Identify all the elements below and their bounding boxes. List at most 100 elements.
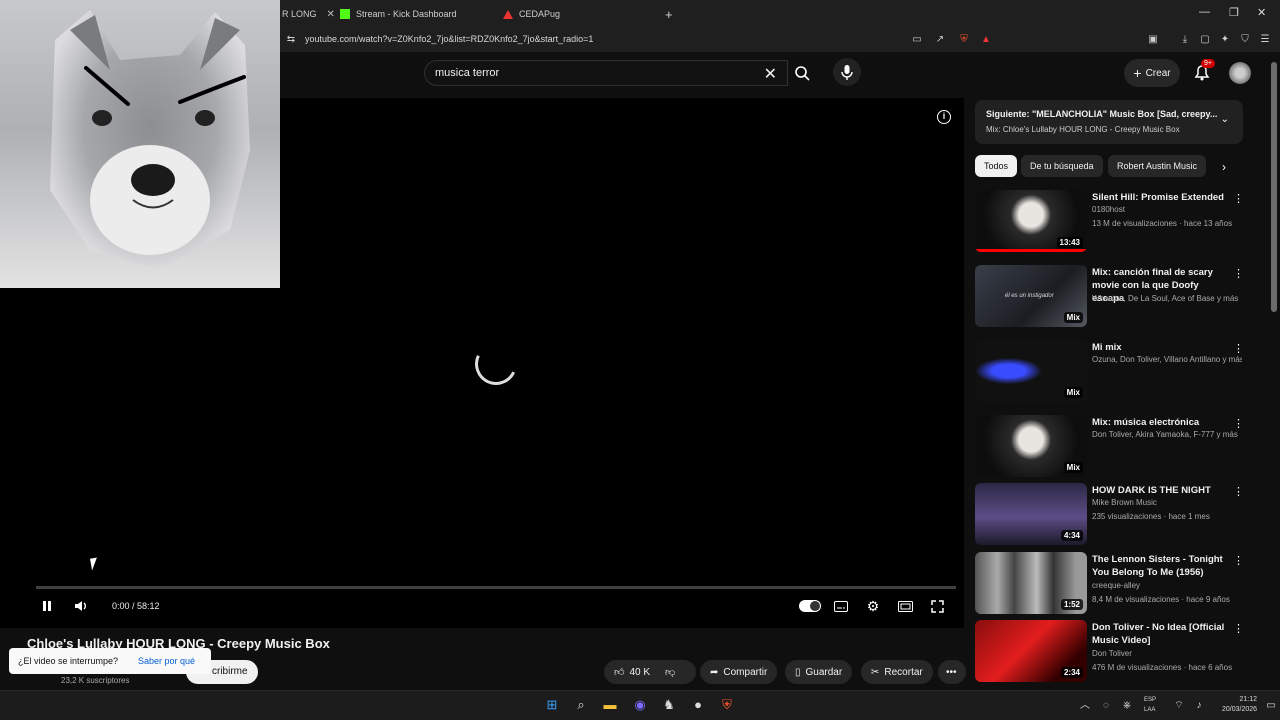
video-thumbnail[interactable]: él es un instigador Mix (975, 265, 1087, 327)
chip-all[interactable]: Todos (975, 155, 1018, 177)
channel-name[interactable]: Don Toliver (1092, 649, 1242, 658)
recommendation-item[interactable]: 13:43 Silent Hill: Promise Extended 0180… (975, 190, 1245, 254)
loading-spinner (469, 337, 523, 391)
thumbs-down-icon[interactable]: 👎︎ (665, 666, 675, 678)
brave-shields-icon[interactable]: ⛨ (957, 33, 971, 47)
recommendation-title[interactable]: Mix: música electrónica (1092, 416, 1232, 429)
autoplay-toggle[interactable] (799, 600, 821, 612)
channel-name[interactable]: Mike Brown Music (1092, 498, 1242, 507)
input-language[interactable]: ESP LAA (1144, 695, 1156, 715)
user-avatar[interactable] (1229, 62, 1251, 84)
search-button[interactable] (788, 60, 818, 86)
brave-browser-icon[interactable]: ⛨ (718, 696, 736, 714)
search-box[interactable]: musica terror ✕ (424, 60, 788, 86)
system-clock[interactable]: 21:12 20/03/2026 (1222, 695, 1257, 715)
tab-cedapug[interactable]: CEDAPug (503, 4, 560, 24)
recommendation-title[interactable]: Don Toliver - No Idea [Official Music Vi… (1092, 621, 1232, 647)
tray-chevron-icon[interactable]: ︿ (1076, 697, 1094, 715)
channel-name[interactable]: Don Toliver, Akira Yamaoka, F-777 y más (1092, 430, 1242, 439)
site-info-icon[interactable]: ⇆ (284, 33, 298, 47)
obs-icon[interactable]: ● (689, 696, 707, 714)
tab-kick-dashboard[interactable]: Stream - Kick Dashboard (340, 4, 457, 24)
more-vertical-icon[interactable]: ⋮ (1233, 622, 1244, 635)
download-icon[interactable]: ⤓ (1178, 33, 1192, 47)
video-thumbnail[interactable]: Mix (975, 415, 1087, 477)
sidebar-icon[interactable]: ▣ (1146, 33, 1160, 47)
screenshot-icon[interactable]: ▢ (1198, 33, 1212, 47)
clip-button[interactable]: ✂ Recortar (861, 660, 933, 684)
chevron-right-icon[interactable]: › (1222, 160, 1226, 174)
theater-mode-icon[interactable] (897, 596, 913, 616)
recommendation-title[interactable]: Mi mix (1092, 341, 1232, 354)
speaker-icon[interactable]: ♪ (1190, 697, 1208, 715)
search-input[interactable]: musica terror (435, 67, 499, 79)
save-button[interactable]: ▯ Guardar (785, 660, 853, 684)
more-vertical-icon[interactable]: ⋮ (1233, 192, 1244, 205)
wifi-icon[interactable]: ⌔ (1170, 697, 1188, 715)
vpn-icon[interactable]: ⛉ (1238, 33, 1252, 47)
minimize-icon[interactable]: — (1199, 6, 1210, 18)
channel-name[interactable]: Ozuna, Don Toliver, Villano Antillano y … (1092, 355, 1242, 364)
network-tray-icon[interactable]: ◌ (1097, 697, 1115, 715)
voice-search-button[interactable] (833, 58, 861, 86)
channel-name[interactable]: 0180host (1092, 205, 1242, 214)
recommendation-item[interactable]: él es un instigador Mix Mix: canción fin… (975, 265, 1245, 329)
recommendation-item[interactable]: Mix Mix: música electrónica Don Toliver,… (975, 415, 1245, 479)
info-icon[interactable]: i (937, 110, 951, 124)
microphone-tray-icon[interactable]: ⎈ (1118, 697, 1136, 715)
tray-app-icon[interactable]: ♞ (660, 696, 678, 714)
video-thumbnail[interactable]: 1:52 (975, 552, 1087, 614)
chip-from-search[interactable]: De tu búsqueda (1021, 155, 1103, 177)
chevron-down-icon[interactable]: ⌄ (1221, 114, 1229, 125)
video-thumbnail[interactable]: 4:34 (975, 483, 1087, 545)
volume-icon[interactable] (73, 596, 89, 616)
more-vertical-icon[interactable]: ⋮ (1233, 417, 1244, 430)
discord-icon[interactable]: ◉ (631, 696, 649, 714)
leo-ai-icon[interactable]: ✦ (1218, 33, 1232, 47)
subtitles-icon[interactable] (833, 596, 849, 616)
new-tab-button[interactable]: + (665, 4, 673, 24)
progress-bar[interactable] (36, 586, 956, 589)
clear-search-icon[interactable]: ✕ (764, 64, 777, 84)
maximize-icon[interactable]: ❐ (1229, 6, 1239, 19)
recommendation-item[interactable]: 1:52 The Lennon Sisters - Tonight You Be… (975, 552, 1245, 616)
more-vertical-icon[interactable]: ⋮ (1233, 267, 1244, 280)
chip-robert-austin-music[interactable]: Robert Austin Music (1108, 155, 1207, 177)
video-thumbnail[interactable]: 13:43 (975, 190, 1087, 252)
more-actions-button[interactable]: ••• (938, 660, 966, 684)
recommendation-title[interactable]: HOW DARK IS THE NIGHT (1092, 484, 1232, 497)
windows-start-icon[interactable]: ⊞ (543, 696, 561, 714)
pause-icon[interactable] (40, 596, 54, 616)
menu-icon[interactable]: ☰ (1258, 33, 1272, 47)
recommendation-item[interactable]: Mix Mi mix Ozuna, Don Toliver, Villano A… (975, 340, 1245, 404)
brave-rewards-icon[interactable]: ▲ (979, 33, 993, 47)
cast-icon[interactable]: ▭ (910, 33, 924, 47)
learn-why-link[interactable]: Saber por qué (138, 656, 195, 666)
search-icon[interactable]: ⌕ (572, 696, 590, 714)
video-thumbnail[interactable]: 2:34 (975, 620, 1087, 682)
channel-name[interactable]: Wheatus, De La Soul, Ace of Base y más (1092, 294, 1242, 303)
tab-youtube[interactable]: R LONG ✕ (282, 4, 335, 24)
like-button[interactable]: 👍︎ 40 K 👎︎ (604, 660, 696, 684)
share-button[interactable]: ➦ Compartir (700, 660, 778, 684)
more-vertical-icon[interactable]: ⋮ (1233, 554, 1244, 567)
url-field[interactable]: youtube.com/watch?v=Z0Knfo2_7jo&list=RDZ… (305, 34, 593, 44)
close-tab-icon[interactable]: ✕ (327, 9, 335, 20)
more-vertical-icon[interactable]: ⋮ (1233, 342, 1244, 355)
fullscreen-icon[interactable] (929, 596, 945, 616)
recommendation-item[interactable]: 2:34 Don Toliver - No Idea [Official Mus… (975, 620, 1245, 684)
recommendation-title[interactable]: Silent Hill: Promise Extended (1092, 191, 1232, 204)
notification-center-icon[interactable]: ▭ (1262, 697, 1280, 715)
create-button[interactable]: + Crear (1124, 59, 1180, 87)
recommendation-title[interactable]: The Lennon Sisters - Tonight You Belong … (1092, 553, 1232, 579)
page-scrollbar[interactable] (1271, 62, 1277, 312)
up-next-panel[interactable]: Siguiente: "MELANCHOLIA" Music Box [Sad,… (975, 100, 1243, 144)
share-page-icon[interactable]: ↗ (933, 33, 947, 47)
recommendation-item[interactable]: 4:34 HOW DARK IS THE NIGHT Mike Brown Mu… (975, 483, 1245, 547)
video-thumbnail[interactable]: Mix (975, 340, 1087, 402)
close-window-icon[interactable]: ✕ (1257, 6, 1266, 19)
more-vertical-icon[interactable]: ⋮ (1233, 485, 1244, 498)
channel-name[interactable]: creeque-alley (1092, 581, 1242, 590)
settings-gear-icon[interactable]: ⚙ (865, 596, 881, 616)
file-explorer-icon[interactable]: ▬ (601, 696, 619, 714)
